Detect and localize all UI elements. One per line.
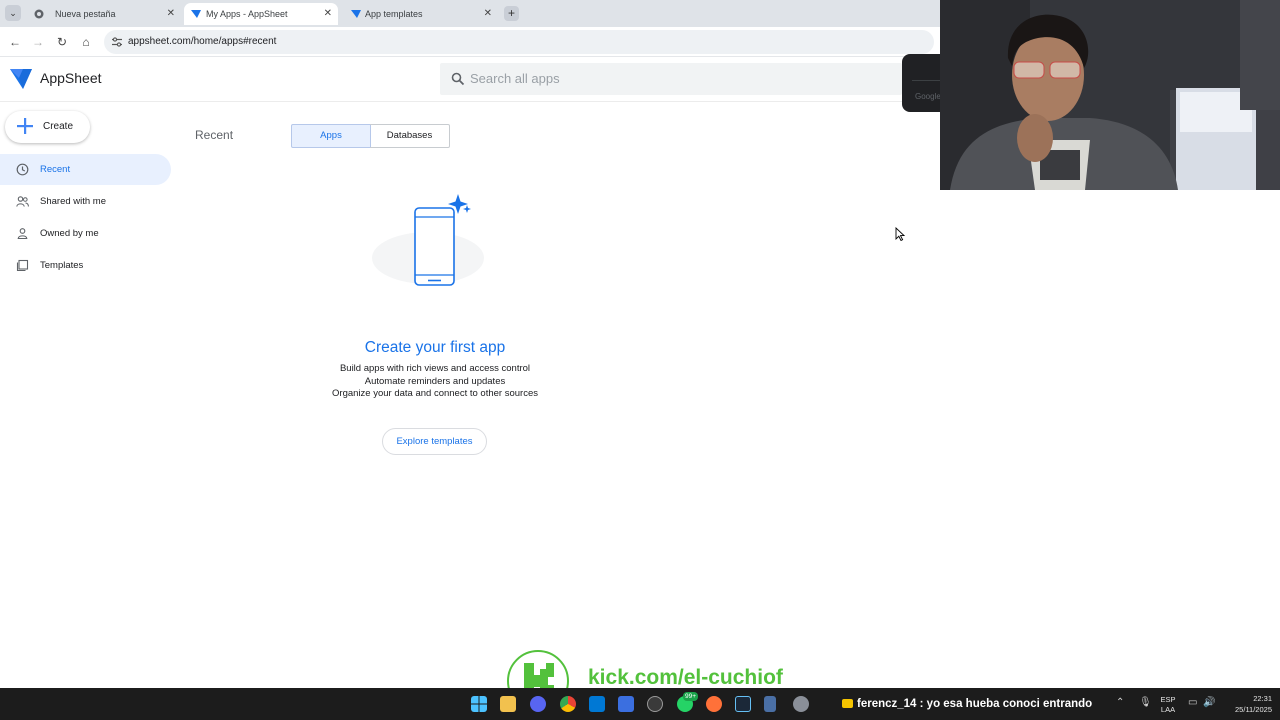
app-header: AppSheet Search all apps <box>0 58 940 102</box>
home-icon[interactable]: ⌂ <box>77 33 95 51</box>
file-explorer-icon[interactable] <box>500 696 516 712</box>
webcam-feed-image <box>940 0 1280 190</box>
phone-sparkle-illustration <box>372 194 484 286</box>
network-icon[interactable]: ▭ <box>1188 697 1197 709</box>
tab-title: Nueva pestaña <box>55 9 116 19</box>
firefox-icon[interactable] <box>706 696 722 712</box>
section-title: Recent <box>195 128 234 142</box>
chevron-up-icon[interactable]: ⌃ <box>1116 697 1124 709</box>
windows-start-icon[interactable] <box>471 696 487 712</box>
sidebar-item-templates[interactable]: Templates <box>0 250 171 281</box>
url-text: appsheet.com/home/apps#recent <box>128 36 277 47</box>
app-icon[interactable] <box>618 696 634 712</box>
close-tab-icon[interactable]: ✕ <box>484 3 492 25</box>
empty-state-line: Organize your data and connect to other … <box>332 388 538 399</box>
microphone-icon[interactable]: 🎙 <box>1139 697 1152 709</box>
search-placeholder: Search all apps <box>470 71 560 86</box>
plus-icon <box>17 118 33 134</box>
appsheet-favicon-icon <box>191 10 201 18</box>
address-bar[interactable]: appsheet.com/home/apps#recent <box>104 30 934 54</box>
create-button[interactable]: Create <box>5 111 90 143</box>
search-icon <box>451 72 465 86</box>
sidebar-item-owned[interactable]: Owned by me <box>0 218 171 249</box>
chrome-taskbar-icon[interactable] <box>560 696 576 712</box>
site-info-icon[interactable] <box>111 36 123 48</box>
appsheet-favicon-icon <box>351 10 361 18</box>
app-icon[interactable] <box>764 696 776 712</box>
webcam-overlay <box>940 0 1280 190</box>
sidebar-item-label: Owned by me <box>40 228 99 239</box>
close-tab-icon[interactable]: ✕ <box>167 3 175 25</box>
tab-search-button[interactable]: ⌄ <box>5 5 21 21</box>
tab-my-apps[interactable]: My Apps - AppSheet ✕ <box>184 3 338 25</box>
back-arrow-icon[interactable]: ← <box>6 33 24 51</box>
tab-title: My Apps - AppSheet <box>206 9 288 19</box>
volume-icon[interactable]: 🔊 <box>1203 697 1215 709</box>
steam-icon[interactable] <box>735 696 751 712</box>
language-indicator[interactable]: ESP <box>1158 695 1178 704</box>
forward-arrow-icon[interactable]: → <box>29 33 47 51</box>
reload-icon[interactable]: ↻ <box>53 33 71 51</box>
sidebar-item-recent[interactable]: Recent <box>0 154 171 185</box>
search-input[interactable]: Search all apps <box>440 63 902 95</box>
tab-apps[interactable]: Apps <box>291 124 371 148</box>
clock-icon <box>16 163 29 176</box>
popup-text: Google <box>915 92 941 101</box>
tab-app-templates[interactable]: App templates ✕ <box>342 3 498 25</box>
explore-templates-button[interactable]: Explore templates <box>382 428 487 455</box>
tab-databases[interactable]: Databases <box>370 124 450 148</box>
templates-icon <box>16 259 29 272</box>
keyboard-layout: LAA <box>1160 705 1176 714</box>
stream-chat-message: ferencz_14 : yo esa hueba conoci entrand… <box>842 688 1092 720</box>
kick-channel-url: kick.com/el-cuchiof <box>588 666 783 689</box>
empty-state-title: Create your first app <box>364 339 506 356</box>
sidebar-item-label: Shared with me <box>40 196 107 207</box>
tab-title: App templates <box>365 9 423 19</box>
empty-state-line: Automate reminders and updates <box>364 376 506 387</box>
obs-icon[interactable] <box>647 696 663 712</box>
clock-time[interactable]: 22:31 <box>1222 694 1272 703</box>
appsheet-logo-icon[interactable] <box>10 69 32 89</box>
sidebar-item-shared[interactable]: Shared with me <box>0 186 171 217</box>
empty-state-line: Build apps with rich views and access co… <box>339 363 531 374</box>
chat-message-text: ferencz_14 : yo esa hueba conoci entrand… <box>857 698 1093 710</box>
vscode-icon[interactable] <box>589 696 605 712</box>
chat-badge-icon <box>842 699 853 708</box>
windows-taskbar: 99+ ferencz_14 : yo esa hueba conoci ent… <box>0 688 1280 720</box>
popup-divider <box>912 80 942 81</box>
people-icon <box>16 196 29 207</box>
person-icon <box>17 228 28 240</box>
discord-icon[interactable] <box>530 696 546 712</box>
sidebar-item-label: Recent <box>40 164 71 175</box>
account-popup[interactable]: Google <box>902 54 942 112</box>
create-label: Create <box>43 121 74 132</box>
mouse-cursor-icon <box>895 227 905 241</box>
brand-name: AppSheet <box>40 70 102 86</box>
whatsapp-badge: 99+ <box>683 692 699 701</box>
sidebar-item-label: Templates <box>40 260 84 271</box>
close-tab-icon[interactable]: ✕ <box>324 3 332 25</box>
chrome-icon <box>34 9 44 19</box>
clock-date: 25/11/2025 <box>1235 705 1272 714</box>
tab-nueva-pestana[interactable]: Nueva pestaña ✕ <box>25 3 181 25</box>
new-tab-button[interactable]: + <box>504 6 519 21</box>
settings-gear-icon[interactable] <box>793 696 809 712</box>
